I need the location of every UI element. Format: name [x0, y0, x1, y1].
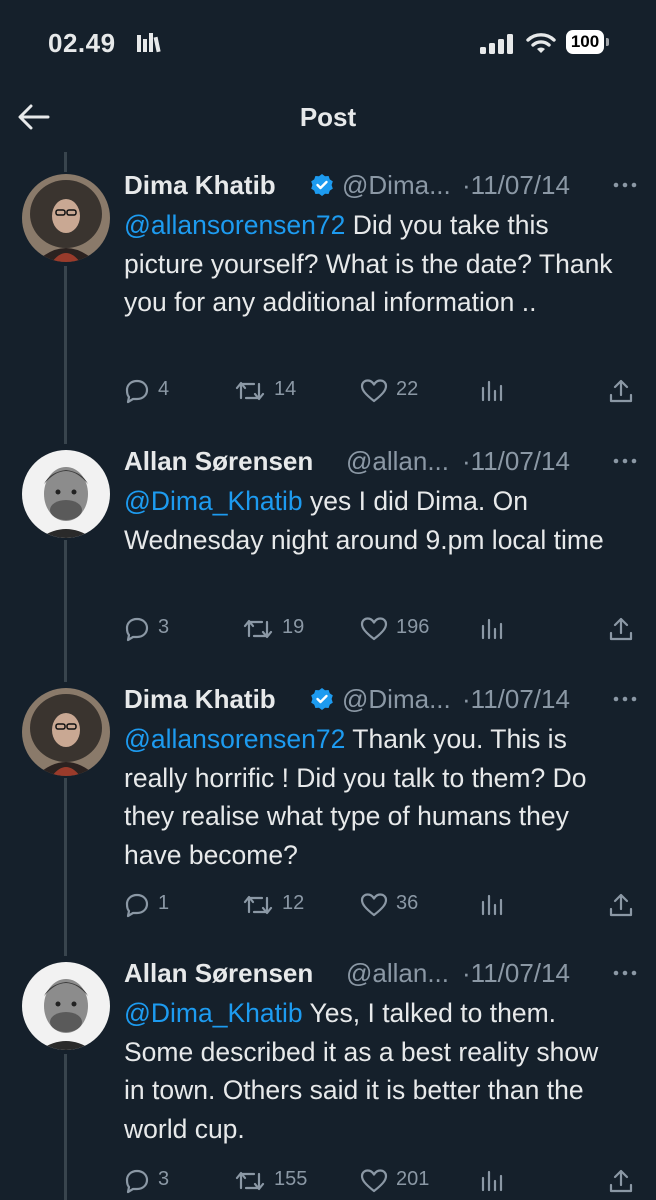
- avatar-image-icon: [22, 174, 110, 262]
- more-icon[interactable]: [612, 968, 638, 978]
- mention-link[interactable]: @allansorensen72: [124, 724, 345, 754]
- tweet[interactable]: Allan Sørensen @allan... ·11/07/14 @Dima…: [0, 444, 656, 654]
- more-icon[interactable]: [612, 456, 638, 466]
- views-icon: [481, 618, 503, 640]
- tweet-text: @allansorensen72 Thank you. This is real…: [124, 720, 624, 874]
- views-icon: [481, 380, 503, 402]
- tweet-header: Allan Sørensen @allan... ·11/07/14: [124, 956, 644, 996]
- like-icon: [360, 893, 388, 917]
- reply-icon: [125, 893, 149, 918]
- like-count: 201: [396, 1168, 430, 1190]
- retweet-count: 19: [282, 616, 305, 638]
- focus-mode-icon: [137, 33, 161, 53]
- tweet-date[interactable]: ·11/07/14: [462, 446, 570, 477]
- tweet-header: Allan Sørensen @allan... ·11/07/14: [124, 444, 644, 484]
- avatar-image-icon: [22, 450, 110, 538]
- tweet-actions: 3 19 196: [124, 614, 644, 644]
- battery-level: 100: [566, 30, 604, 54]
- like-count: 36: [396, 892, 419, 914]
- retweet-icon: [235, 381, 265, 401]
- like-icon: [360, 1169, 388, 1193]
- avatar-image-icon: [22, 962, 110, 1050]
- retweet-count: 155: [274, 1168, 308, 1190]
- author-handle[interactable]: @allan...: [346, 958, 449, 989]
- views-icon: [481, 1170, 503, 1192]
- post-header: Post: [0, 86, 656, 148]
- mention-link[interactable]: @Dima_Khatib: [124, 998, 303, 1028]
- reply-icon: [125, 617, 149, 642]
- more-icon[interactable]: [612, 694, 638, 704]
- reply-count: 1: [158, 892, 170, 914]
- tweet-actions: 4 14 22: [124, 376, 644, 406]
- share-icon: [609, 379, 633, 403]
- author-handle[interactable]: @Dima...: [342, 170, 451, 201]
- tweet[interactable]: Dima Khatib @Dima... ·11/07/14 @allansor…: [0, 168, 656, 418]
- verified-icon: [311, 174, 333, 196]
- tweet-date[interactable]: ·11/07/14: [462, 684, 570, 715]
- tweet-text: @allansorensen72 Did you take this pictu…: [124, 206, 624, 322]
- more-icon[interactable]: [612, 180, 638, 190]
- retweet-icon: [235, 1171, 265, 1191]
- reply-icon: [125, 1169, 149, 1194]
- tweet-date[interactable]: ·11/07/14: [462, 958, 570, 989]
- like-count: 196: [396, 616, 430, 638]
- like-icon: [360, 379, 388, 403]
- retweet-icon: [243, 619, 273, 639]
- reply-icon: [125, 379, 149, 404]
- avatar[interactable]: [22, 688, 110, 776]
- page-title: Post: [299, 102, 357, 132]
- wifi-icon: [526, 33, 556, 53]
- tweet-header: Dima Khatib @Dima... ·11/07/14: [124, 682, 644, 722]
- reply-count: 3: [158, 1168, 170, 1190]
- avatar[interactable]: [22, 174, 110, 262]
- avatar[interactable]: [22, 962, 110, 1050]
- reply-count: 4: [158, 378, 170, 400]
- tweet-date[interactable]: ·11/07/14: [462, 170, 570, 201]
- author-name[interactable]: Allan Sørensen: [124, 446, 313, 477]
- share-icon: [609, 1169, 633, 1193]
- tweet[interactable]: Allan Sørensen @allan... ·11/07/14 @Dima…: [0, 956, 656, 1200]
- share-icon: [609, 893, 633, 917]
- like-icon: [360, 617, 388, 641]
- author-handle[interactable]: @allan...: [346, 446, 449, 477]
- tweet-text: @Dima_Khatib yes I did Dima. On Wednesda…: [124, 482, 624, 559]
- tweet-header: Dima Khatib @Dima... ·11/07/14: [124, 168, 644, 208]
- author-name[interactable]: Allan Sørensen: [124, 958, 313, 989]
- retweet-icon: [243, 895, 273, 915]
- retweet-count: 12: [282, 892, 305, 914]
- like-count: 22: [396, 378, 419, 400]
- avatar-image-icon: [22, 688, 110, 776]
- author-name[interactable]: Dima Khatib: [124, 170, 276, 201]
- mention-link[interactable]: @allansorensen72: [124, 210, 345, 240]
- author-name[interactable]: Dima Khatib: [124, 684, 276, 715]
- verified-icon: [311, 688, 333, 710]
- share-icon: [609, 617, 633, 641]
- tweet-text: @Dima_Khatib Yes, I talked to them. Some…: [124, 994, 624, 1148]
- author-handle[interactable]: @Dima...: [342, 684, 451, 715]
- reply-count: 3: [158, 616, 170, 638]
- views-icon: [481, 894, 503, 916]
- status-time: 02.49: [48, 28, 116, 58]
- mention-link[interactable]: @Dima_Khatib: [124, 486, 303, 516]
- tweet-actions: 1 12 36: [124, 890, 644, 920]
- status-bar: 02.49 100: [0, 0, 656, 86]
- battery-icon: 100: [566, 30, 610, 56]
- retweet-count: 14: [274, 378, 297, 400]
- signal-icon: [480, 34, 513, 54]
- tweet-actions: 3 155 201: [124, 1166, 644, 1196]
- avatar[interactable]: [22, 450, 110, 538]
- tweet[interactable]: Dima Khatib @Dima... ·11/07/14 @allansor…: [0, 682, 656, 932]
